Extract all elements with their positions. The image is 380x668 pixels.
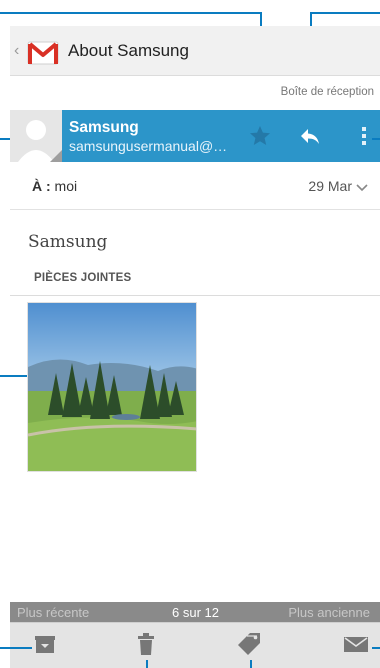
mailbox-label: Boîte de réception bbox=[280, 86, 374, 98]
callout-line-archive bbox=[0, 647, 32, 649]
pager-count: 6 sur 12 bbox=[172, 605, 219, 620]
callout-line-overflow bbox=[372, 138, 380, 140]
conversation-title: About Samsung bbox=[68, 40, 189, 60]
callout-line-delete bbox=[146, 660, 148, 668]
pager-newer-button[interactable]: Plus récente bbox=[17, 605, 89, 620]
avatar[interactable] bbox=[10, 110, 62, 162]
to-value: moi bbox=[50, 178, 78, 194]
pager-older-button[interactable]: Plus ancienne bbox=[288, 605, 370, 620]
archive-icon[interactable] bbox=[32, 631, 58, 662]
mailbox-label-row: Boîte de réception bbox=[10, 76, 380, 110]
recipient-label: À : moi bbox=[32, 178, 77, 194]
star-icon[interactable] bbox=[248, 124, 272, 153]
chevron-down-icon[interactable] bbox=[356, 180, 368, 198]
attachment-image-thumbnail[interactable] bbox=[27, 302, 197, 472]
reply-icon[interactable] bbox=[298, 124, 322, 153]
label-icon[interactable] bbox=[236, 631, 262, 662]
divider bbox=[10, 295, 380, 296]
sender-header[interactable]: Samsung samsungusermanual@… bbox=[10, 110, 380, 162]
sender-email: samsungusermanual@… bbox=[69, 138, 228, 154]
message-subject: Samsung bbox=[28, 232, 108, 252]
bottom-action-bar bbox=[10, 622, 380, 668]
message-date: 29 Mar bbox=[308, 178, 352, 194]
attachments-header: PIÈCES JOINTES bbox=[34, 272, 132, 284]
callout-line-label bbox=[250, 660, 252, 668]
message-body: À : moi 29 Mar Samsung PIÈCES JOINTES bbox=[10, 162, 380, 602]
callout-line-avatar bbox=[0, 138, 10, 140]
callout-line-star bbox=[0, 12, 262, 14]
sender-name: Samsung bbox=[69, 119, 139, 136]
mark-unread-icon[interactable] bbox=[342, 631, 370, 662]
email-view-screen: ‹ About Samsung Boîte de réception Samsu… bbox=[10, 26, 380, 668]
callout-line-reply bbox=[310, 12, 380, 14]
up-caret-icon[interactable]: ‹ bbox=[14, 42, 24, 60]
gmail-icon[interactable] bbox=[26, 36, 60, 66]
callout-line-mark-unread bbox=[372, 647, 380, 649]
trash-icon[interactable] bbox=[134, 631, 158, 662]
overflow-menu-icon[interactable] bbox=[359, 124, 369, 153]
action-bar: ‹ About Samsung bbox=[10, 26, 380, 76]
callout-line-attachment bbox=[0, 375, 27, 377]
to-prefix: À : bbox=[32, 178, 51, 194]
recipient-row[interactable]: À : moi 29 Mar bbox=[10, 162, 380, 210]
pager-bar: Plus récente 6 sur 12 Plus ancienne bbox=[10, 602, 380, 622]
